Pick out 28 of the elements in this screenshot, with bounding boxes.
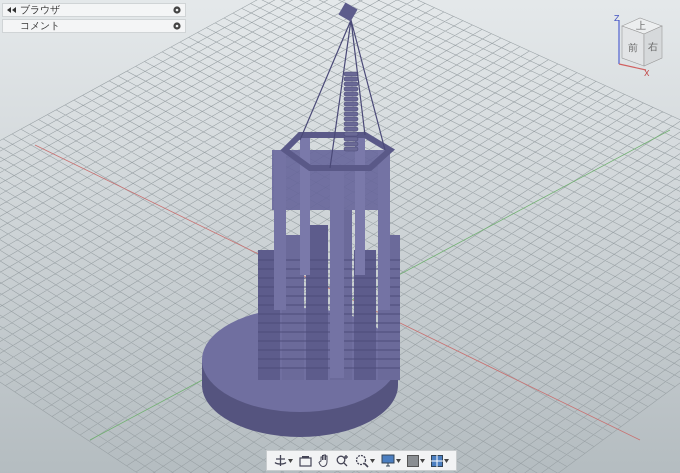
magnifier-icon [355,454,369,468]
caret-icon [420,458,425,462]
browser-panel[interactable]: コメント [2,19,186,33]
browser-panel[interactable]: ブラウザ [2,3,186,17]
collapse-icon[interactable] [7,7,16,13]
window-grid-icon [431,454,443,466]
display-settings-button[interactable] [380,452,402,469]
grid-icon [407,454,419,466]
zoom-button[interactable] [335,452,350,469]
axis-triad-drawing [618,20,646,71]
viewports-button[interactable] [430,452,450,469]
panel-title: コメント [20,20,61,33]
orbit-icon [274,454,287,467]
orbit-button[interactable] [273,452,294,469]
zoom-icon [336,454,349,467]
caret-icon [288,458,293,462]
x-axis-label: X [644,69,650,78]
fit-button[interactable] [354,452,376,469]
caret-icon [444,458,449,462]
view-cube[interactable]: 上 前 右 [621,18,663,66]
caret-icon [370,458,375,462]
hand-icon [318,454,330,467]
monitor-icon [381,454,395,467]
look-at-icon [299,454,312,466]
z-axis-label: Z [614,14,620,23]
caret-icon [396,458,401,462]
panel-title: ブラウザ [20,4,61,17]
grid-settings-button[interactable] [406,452,426,469]
